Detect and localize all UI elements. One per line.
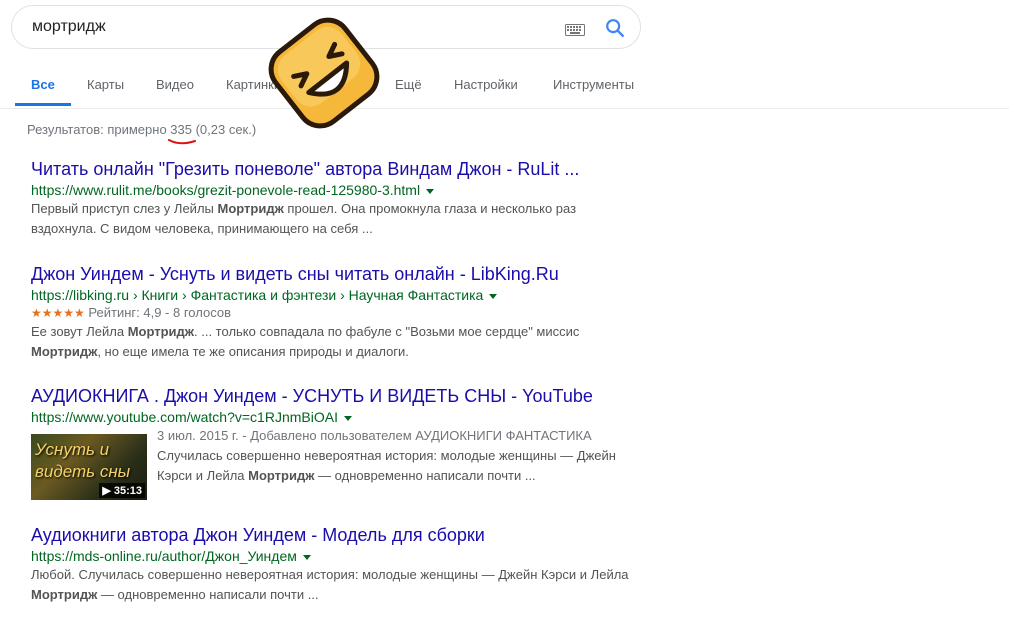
video-duration: ▶ 35:13 <box>99 483 145 498</box>
result-url: https://mds-online.ru/author/Джон_Уиндем <box>31 547 629 565</box>
result-title-link[interactable]: Аудиокниги автора Джон Уиндем - Модель д… <box>31 524 629 546</box>
thumbnail-title: Уснуть и <box>35 440 110 459</box>
result-url-text: https://www.rulit.me/books/grezit-ponevo… <box>31 182 421 198</box>
result-snippet: Ее зовут Лейла Мортридж. ... только совп… <box>31 322 579 362</box>
chevron-down-icon[interactable] <box>426 188 435 194</box>
chevron-down-icon[interactable] <box>489 293 498 299</box>
snippet-text: Ее зовут Лейла <box>31 324 128 339</box>
result-url: https://www.youtube.com/watch?v=c1RJnmBi… <box>31 408 651 426</box>
chevron-down-icon[interactable] <box>302 554 311 560</box>
result-stats: Результатов: примерно 335 (0,23 сек.) <box>27 122 257 137</box>
result-breadcrumb: https://libking.ru › Книги › Фантастика … <box>31 286 579 304</box>
tab-video[interactable]: Видео <box>156 77 194 92</box>
search-input[interactable]: мортридж <box>32 18 106 36</box>
rating-row: ★★★★★ Рейтинг: 4,9 - 8 голосов <box>31 304 579 322</box>
search-result-video: АУДИОКНИГА . Джон Уиндем - УСНУТЬ И ВИДЕ… <box>31 385 651 500</box>
snippet-text: вздохнула. С видом человека, принимающег… <box>31 221 373 236</box>
snippet-highlight: Мортридж <box>31 587 98 602</box>
laughing-emoji-icon <box>268 17 380 129</box>
video-block: Уснуть и видеть сны ▶ 35:13 3 июл. 2015 … <box>31 428 651 500</box>
result-title-link[interactable]: АУДИОКНИГА . Джон Уиндем - УСНУТЬ И ВИДЕ… <box>31 385 651 407</box>
snippet-text: Любой. Случилась совершенно невероятная … <box>31 567 629 582</box>
tab-settings[interactable]: Настройки <box>454 77 518 92</box>
result-url-text: https://www.youtube.com/watch?v=c1RJnmBi… <box>31 409 338 425</box>
result-url-text: https://mds-online.ru/author/Джон_Уиндем <box>31 548 297 564</box>
snippet-text: Случилась совершенно невероятная история… <box>157 448 616 463</box>
active-tab-indicator <box>15 103 71 106</box>
result-snippet: Первый приступ слез у Лейлы Мортридж про… <box>31 199 579 239</box>
result-snippet: 3 июл. 2015 г. - Добавлено пользователем… <box>157 426 616 486</box>
snippet-text: прошел. Она промокнула глаза и несколько… <box>283 201 577 216</box>
search-result: Аудиокниги автора Джон Уиндем - Модель д… <box>31 524 629 605</box>
snippet-text: — одновременно написали почти ... <box>314 468 536 483</box>
red-underline-mark <box>168 139 196 145</box>
chevron-down-icon[interactable] <box>343 415 352 421</box>
video-meta: 3 июл. 2015 г. - Добавлено пользователем… <box>157 428 592 443</box>
result-title-link[interactable]: Читать онлайн "Грезить поневоле" автора … <box>31 158 579 180</box>
search-icon[interactable] <box>604 17 626 44</box>
keyboard-icon[interactable] <box>565 23 585 41</box>
search-result: Читать онлайн "Грезить поневоле" автора … <box>31 158 579 239</box>
search-result: Джон Уиндем - Уснуть и видеть сны читать… <box>31 263 579 362</box>
video-thumbnail[interactable]: Уснуть и видеть сны ▶ 35:13 <box>31 434 147 500</box>
tab-more[interactable]: Ещё <box>395 77 422 92</box>
snippet-highlight: Мортридж <box>127 324 195 339</box>
snippet-highlight: Мортридж <box>248 468 315 483</box>
result-snippet: Любой. Случилась совершенно невероятная … <box>31 565 629 605</box>
tab-maps[interactable]: Карты <box>87 77 124 92</box>
result-url-text: https://libking.ru › Книги › Фантастика … <box>31 287 484 303</box>
snippet-text: . ... только совпадала по фабуле с "Возь… <box>194 324 580 339</box>
result-title-link[interactable]: Джон Уиндем - Уснуть и видеть сны читать… <box>31 263 579 285</box>
result-url: https://www.rulit.me/books/grezit-ponevo… <box>31 181 579 199</box>
thumbnail-title: видеть сны <box>35 462 131 481</box>
rating-text: Рейтинг: 4,9 - 8 голосов <box>88 305 231 320</box>
snippet-text: , но еще имела те же описания природы и … <box>97 344 409 359</box>
star-rating-icon: ★★★★★ <box>31 306 85 320</box>
search-tabs: Все Карты Видео Картинки Ещё Настройки И… <box>0 60 1009 109</box>
snippet-text: Кэрси и Лейла <box>157 468 249 483</box>
snippet-highlight: Мортридж <box>31 344 98 359</box>
tab-tools[interactable]: Инструменты <box>553 77 634 92</box>
snippet-highlight: Мортридж <box>217 201 284 216</box>
snippet-text: Первый приступ слез у Лейлы <box>31 201 218 216</box>
tab-all[interactable]: Все <box>31 77 55 92</box>
snippet-text: — одновременно написали почти ... <box>97 587 319 602</box>
